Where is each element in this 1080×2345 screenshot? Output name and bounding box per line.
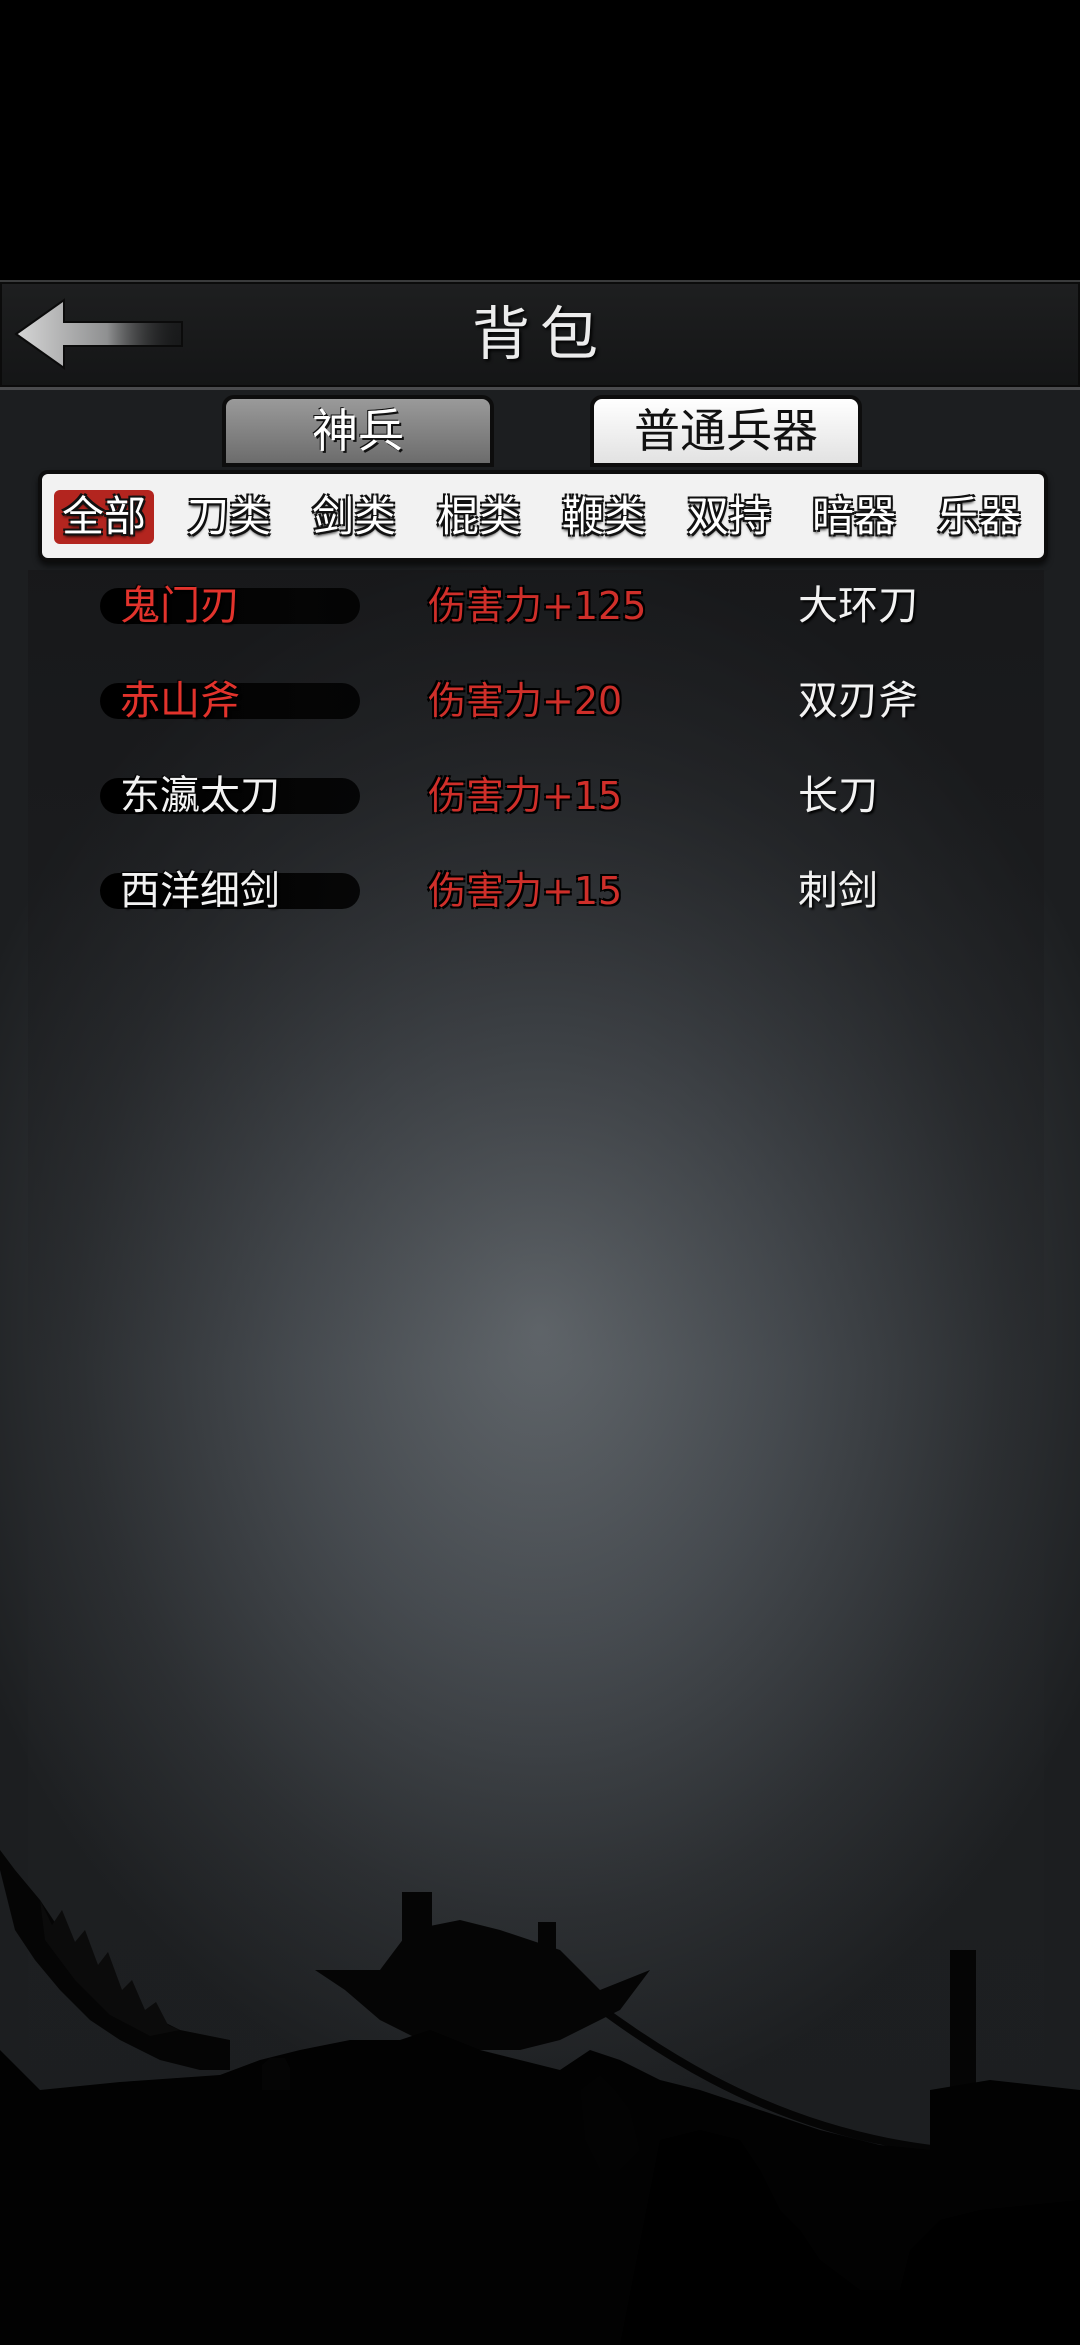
filter-instruments[interactable]: 乐器 [929,490,1029,544]
item-damage: 伤害力+20 [428,679,623,723]
filter-whips[interactable]: 鞭类 [554,490,654,544]
item-name: 鬼门刃 [120,583,240,629]
list-item[interactable]: 赤山斧 伤害力+20 双刃斧 [28,665,1044,745]
inventory-screen: 背包 神兵 普通兵器 全部 刀类 剑类 棍类 鞭类 双持 暗器 乐器 鬼门刃 伤… [0,280,1080,2345]
item-name: 赤山斧 [120,678,240,724]
filter-sabers[interactable]: 刀类 [179,490,279,544]
list-item[interactable]: 鬼门刃 伤害力+125 大环刀 [28,570,1044,650]
item-type: 双刃斧 [798,678,918,724]
filter-swords[interactable]: 剑类 [304,490,404,544]
list-item[interactable]: 西洋细剑 伤害力+15 刺剑 [28,855,1044,935]
status-bar-area [0,0,1080,280]
tab-divine-weapons[interactable]: 神兵 [222,395,494,467]
filter-staffs[interactable]: 棍类 [429,490,529,544]
filter-dual-wield[interactable]: 双持 [679,490,779,544]
tab-normal-weapons[interactable]: 普通兵器 [590,395,862,467]
filter-hidden-weapons[interactable]: 暗器 [804,490,904,544]
category-filter-bar: 全部 刀类 剑类 棍类 鞭类 双持 暗器 乐器 [38,470,1048,562]
item-name: 东瀛太刀 [120,773,280,819]
item-damage: 伤害力+15 [428,774,623,818]
item-type: 大环刀 [798,583,918,629]
filter-all[interactable]: 全部 [54,490,154,544]
item-damage: 伤害力+15 [428,869,623,913]
page-title: 背包 [471,300,608,368]
item-type: 长刀 [798,773,878,819]
item-damage: 伤害力+125 [428,584,647,628]
header-bar: 背包 [0,280,1080,390]
village-silhouette-illustration [0,1850,1080,2345]
item-name: 西洋细剑 [120,868,280,914]
item-type: 刺剑 [798,868,878,914]
list-item[interactable]: 东瀛太刀 伤害力+15 长刀 [28,760,1044,840]
